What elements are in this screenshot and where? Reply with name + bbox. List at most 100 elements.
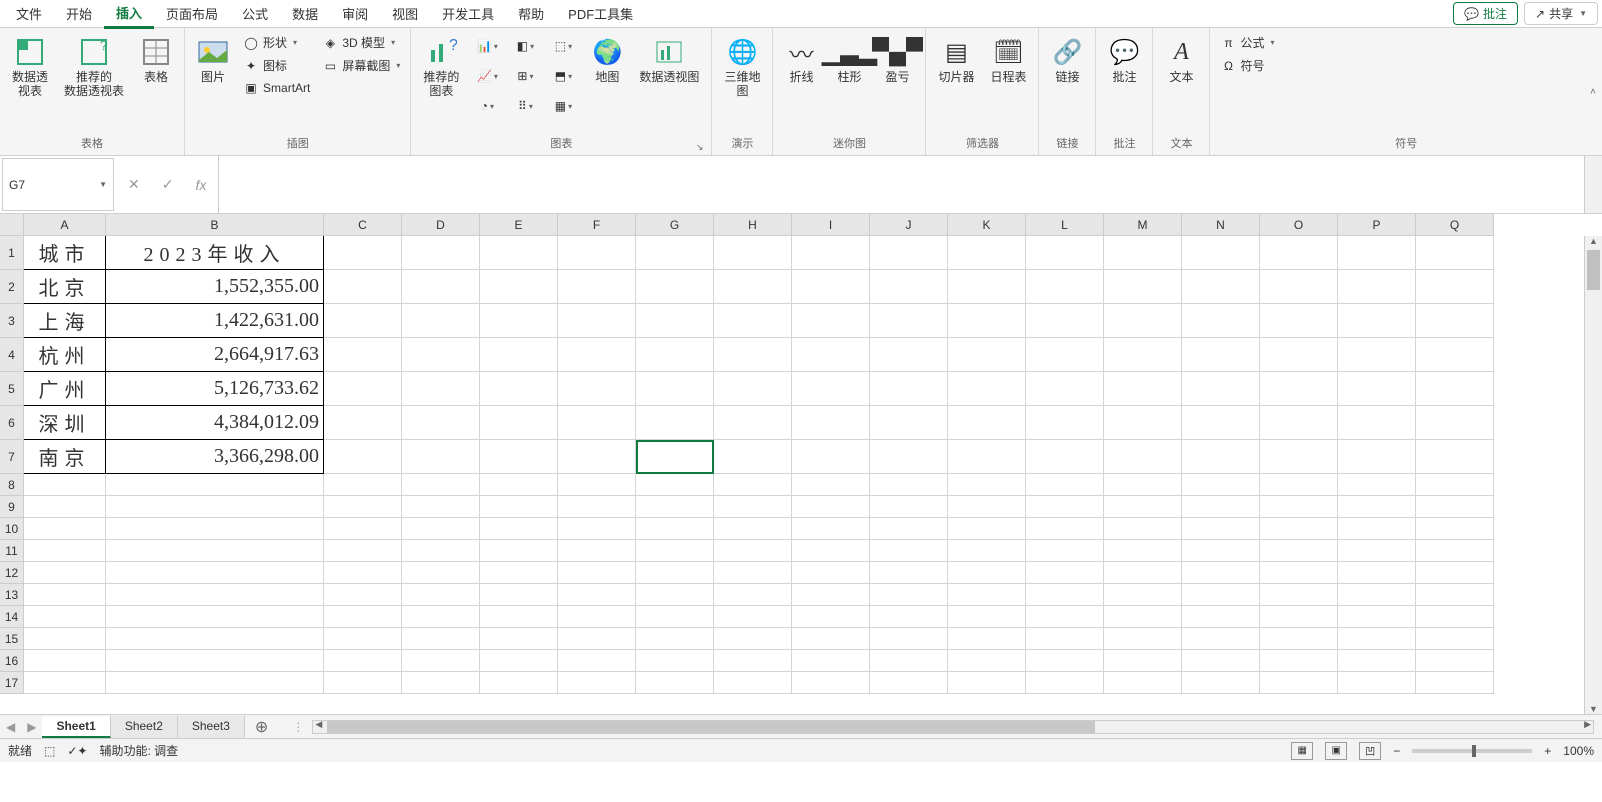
cell-E15[interactable] xyxy=(480,628,558,650)
cell-A7[interactable]: 南京 xyxy=(24,440,106,474)
cell-P10[interactable] xyxy=(1338,518,1416,540)
cell-H4[interactable] xyxy=(714,338,792,372)
cell-B16[interactable] xyxy=(106,650,324,672)
cell-H11[interactable] xyxy=(714,540,792,562)
slicer-button[interactable]: ▤切片器 xyxy=(932,32,980,88)
cell-M16[interactable] xyxy=(1104,650,1182,672)
cell-J12[interactable] xyxy=(870,562,948,584)
cell-N1[interactable] xyxy=(1182,236,1260,270)
cell-E7[interactable] xyxy=(480,440,558,474)
menu-tab-review[interactable]: 审阅 xyxy=(330,0,380,27)
cell-N8[interactable] xyxy=(1182,474,1260,496)
cell-D15[interactable] xyxy=(402,628,480,650)
cell-M7[interactable] xyxy=(1104,440,1182,474)
cell-Q14[interactable] xyxy=(1416,606,1494,628)
chart-column-button[interactable]: 📊▾ xyxy=(469,32,505,60)
3d-model-button[interactable]: ◈3D 模型▾ xyxy=(318,32,404,53)
cell-K7[interactable] xyxy=(948,440,1026,474)
cell-N13[interactable] xyxy=(1182,584,1260,606)
cell-N5[interactable] xyxy=(1182,372,1260,406)
sparkline-winloss-button[interactable]: ▀▄▀盈亏 xyxy=(875,32,919,88)
pivot-chart-button[interactable]: 数据透视图 xyxy=(633,32,705,88)
cell-E8[interactable] xyxy=(480,474,558,496)
cell-O13[interactable] xyxy=(1260,584,1338,606)
column-header-O[interactable]: O xyxy=(1260,214,1338,236)
text-button[interactable]: A文本 xyxy=(1159,32,1203,88)
cell-L14[interactable] xyxy=(1026,606,1104,628)
cell-E11[interactable] xyxy=(480,540,558,562)
cell-D2[interactable] xyxy=(402,270,480,304)
scroll-up-icon[interactable]: ▲ xyxy=(1585,236,1602,246)
row-header-12[interactable]: 12 xyxy=(0,562,24,584)
chart-statistical-button[interactable]: ⊞▾ xyxy=(507,62,543,90)
cell-M2[interactable] xyxy=(1104,270,1182,304)
row-header-13[interactable]: 13 xyxy=(0,584,24,606)
sheet-tab-sheet1[interactable]: Sheet1 xyxy=(42,716,110,738)
cell-M17[interactable] xyxy=(1104,672,1182,694)
cell-F9[interactable] xyxy=(558,496,636,518)
cell-F3[interactable] xyxy=(558,304,636,338)
cell-H1[interactable] xyxy=(714,236,792,270)
cell-P9[interactable] xyxy=(1338,496,1416,518)
cell-Q11[interactable] xyxy=(1416,540,1494,562)
cell-A1[interactable]: 城市 xyxy=(24,236,106,270)
cell-L7[interactable] xyxy=(1026,440,1104,474)
cell-J13[interactable] xyxy=(870,584,948,606)
cell-B12[interactable] xyxy=(106,562,324,584)
tab-split-handle[interactable]: ⋮ xyxy=(292,720,304,734)
cell-J14[interactable] xyxy=(870,606,948,628)
cell-D14[interactable] xyxy=(402,606,480,628)
horizontal-scrollbar[interactable]: ◀ ▶ xyxy=(312,720,1594,734)
table-button[interactable]: 表格 xyxy=(134,32,178,88)
cell-F14[interactable] xyxy=(558,606,636,628)
symbol-button[interactable]: Ω符号 xyxy=(1216,55,1278,76)
cell-B4[interactable]: 2,664,917.63 xyxy=(106,338,324,372)
cell-P1[interactable] xyxy=(1338,236,1416,270)
cell-B10[interactable] xyxy=(106,518,324,540)
cell-I1[interactable] xyxy=(792,236,870,270)
cell-N6[interactable] xyxy=(1182,406,1260,440)
cell-C13[interactable] xyxy=(324,584,402,606)
cell-D6[interactable] xyxy=(402,406,480,440)
cell-J6[interactable] xyxy=(870,406,948,440)
hscroll-right-icon[interactable]: ▶ xyxy=(1584,719,1591,730)
cell-I12[interactable] xyxy=(792,562,870,584)
cell-O9[interactable] xyxy=(1260,496,1338,518)
cell-Q17[interactable] xyxy=(1416,672,1494,694)
cell-I17[interactable] xyxy=(792,672,870,694)
cell-A14[interactable] xyxy=(24,606,106,628)
cancel-formula-button[interactable]: ✕ xyxy=(120,176,148,193)
cell-F8[interactable] xyxy=(558,474,636,496)
cell-Q1[interactable] xyxy=(1416,236,1494,270)
hscroll-left-icon[interactable]: ◀ xyxy=(315,719,322,730)
row-header-11[interactable]: 11 xyxy=(0,540,24,562)
cell-Q12[interactable] xyxy=(1416,562,1494,584)
cell-I7[interactable] xyxy=(792,440,870,474)
cell-P15[interactable] xyxy=(1338,628,1416,650)
vertical-scroll-thumb[interactable] xyxy=(1587,250,1600,290)
cell-I9[interactable] xyxy=(792,496,870,518)
cell-C1[interactable] xyxy=(324,236,402,270)
cell-I6[interactable] xyxy=(792,406,870,440)
chart-waterfall-button[interactable]: ⬚▾ xyxy=(545,32,581,60)
cell-C8[interactable] xyxy=(324,474,402,496)
cell-E5[interactable] xyxy=(480,372,558,406)
sparkline-column-button[interactable]: ▁▃▂柱形 xyxy=(827,32,871,88)
cell-N10[interactable] xyxy=(1182,518,1260,540)
menu-tab-file[interactable]: 文件 xyxy=(4,0,54,27)
cell-M1[interactable] xyxy=(1104,236,1182,270)
column-header-I[interactable]: I xyxy=(792,214,870,236)
cell-L3[interactable] xyxy=(1026,304,1104,338)
cell-M4[interactable] xyxy=(1104,338,1182,372)
cell-K16[interactable] xyxy=(948,650,1026,672)
cell-L2[interactable] xyxy=(1026,270,1104,304)
cell-L8[interactable] xyxy=(1026,474,1104,496)
share-button[interactable]: ↗ 共享 ▼ xyxy=(1524,2,1598,25)
row-header-16[interactable]: 16 xyxy=(0,650,24,672)
cell-P4[interactable] xyxy=(1338,338,1416,372)
cell-D10[interactable] xyxy=(402,518,480,540)
menu-tab-insert[interactable]: 插入 xyxy=(104,0,154,29)
cell-E9[interactable] xyxy=(480,496,558,518)
add-sheet-button[interactable]: ⊕ xyxy=(245,717,278,737)
cell-C3[interactable] xyxy=(324,304,402,338)
